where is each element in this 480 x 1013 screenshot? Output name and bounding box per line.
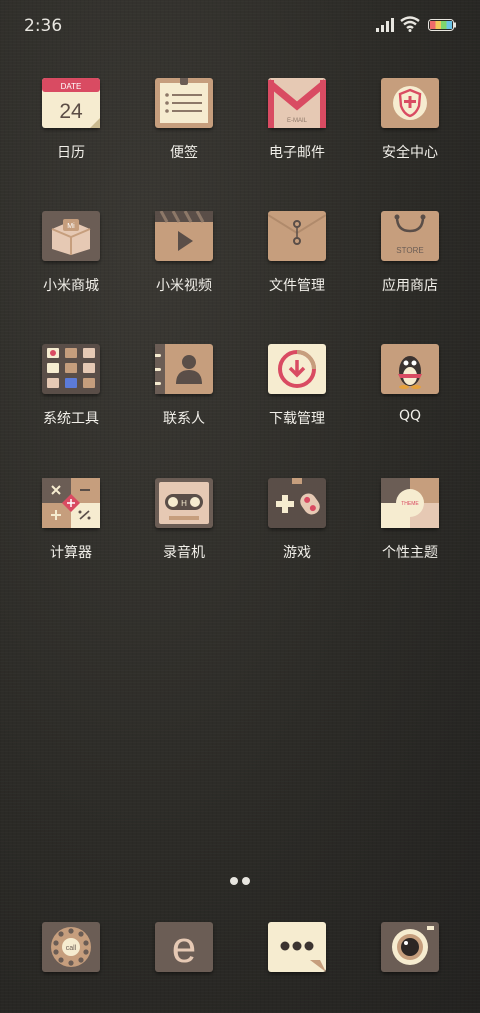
app-recorder[interactable]: H 录音机 (129, 478, 239, 562)
calendar-date-value: 24 (59, 100, 83, 123)
phone-icon: call (42, 922, 100, 972)
browser-caption: e (172, 923, 196, 972)
app-label: 安全中心 (382, 145, 438, 161)
app-store-caption: STORE (396, 246, 423, 255)
page-indicator (0, 870, 480, 889)
app-calendar[interactable]: DATE 24 日历 (16, 78, 126, 162)
app-video[interactable]: 小米视频 (129, 211, 239, 295)
game-icon (268, 478, 326, 528)
app-label: QQ (398, 408, 422, 424)
app-label: 录音机 (163, 545, 205, 561)
app-label: 游戏 (283, 545, 311, 561)
security-icon (381, 78, 439, 128)
phone-caption: call (66, 945, 77, 952)
app-label: 联系人 (163, 411, 205, 427)
download-icon (268, 344, 326, 394)
app-contacts[interactable]: 联系人 (129, 344, 239, 428)
dock-phone[interactable]: call (16, 922, 126, 972)
app-app-store[interactable]: STORE 应用商店 (355, 211, 465, 295)
file-manager-icon (268, 211, 326, 261)
camera-icon (381, 922, 439, 972)
app-calculator[interactable]: 计算器 (16, 478, 126, 562)
app-game[interactable]: 游戏 (242, 478, 352, 562)
dock-messages[interactable] (242, 922, 352, 972)
app-label: 文件管理 (269, 278, 325, 294)
messages-icon (268, 922, 326, 972)
battery-icon (428, 19, 456, 31)
app-label: 日历 (57, 145, 85, 161)
app-label: 系统工具 (43, 411, 99, 427)
dock-browser[interactable]: e (129, 922, 239, 972)
app-label: 计算器 (50, 545, 92, 561)
app-label: 小米商城 (43, 278, 99, 294)
app-system-tools[interactable]: 系统工具 (16, 344, 126, 428)
calendar-icon: DATE 24 (42, 78, 100, 128)
calendar-date-label: DATE (61, 82, 82, 91)
app-email[interactable]: E-MAIL 电子邮件 (242, 78, 352, 162)
browser-icon: e (155, 922, 213, 972)
app-qq[interactable]: QQ (355, 344, 465, 424)
app-label: 个性主题 (382, 545, 438, 561)
system-tools-folder-icon (42, 344, 100, 394)
email-icon: E-MAIL (268, 78, 326, 128)
wifi-icon (400, 16, 420, 32)
app-label: 小米视频 (156, 278, 212, 294)
calculator-icon (42, 478, 100, 528)
dock-camera[interactable] (355, 922, 465, 972)
notes-icon (155, 78, 213, 128)
mi-store-caption: Mi (67, 223, 75, 230)
app-theme[interactable]: THEME 个性主题 (355, 478, 465, 562)
app-mi-store[interactable]: Mi 小米商城 (16, 211, 126, 295)
app-download[interactable]: 下载管理 (242, 344, 352, 428)
status-time: 2:36 (24, 16, 63, 36)
qq-icon (381, 344, 439, 394)
recorder-caption: H (181, 499, 187, 508)
recorder-icon: H (155, 478, 213, 528)
app-notes[interactable]: 便签 (129, 78, 239, 162)
app-label: 便签 (170, 145, 198, 161)
app-label: 电子邮件 (269, 145, 325, 161)
signal-icon (376, 18, 394, 32)
status-bar: 2:36 (0, 0, 480, 52)
app-security[interactable]: 安全中心 (355, 78, 465, 162)
app-label: 下载管理 (269, 411, 325, 427)
app-file-manager[interactable]: 文件管理 (242, 211, 352, 295)
email-caption: E-MAIL (287, 118, 308, 124)
theme-icon: THEME (381, 478, 439, 528)
video-icon (155, 211, 213, 261)
app-store-icon: STORE (381, 211, 439, 261)
mi-store-icon: Mi (42, 211, 100, 261)
page-dot[interactable] (230, 877, 238, 885)
contacts-icon (155, 344, 213, 394)
theme-caption: THEME (401, 501, 419, 507)
app-label: 应用商店 (382, 278, 438, 294)
page-dot[interactable] (242, 877, 250, 885)
